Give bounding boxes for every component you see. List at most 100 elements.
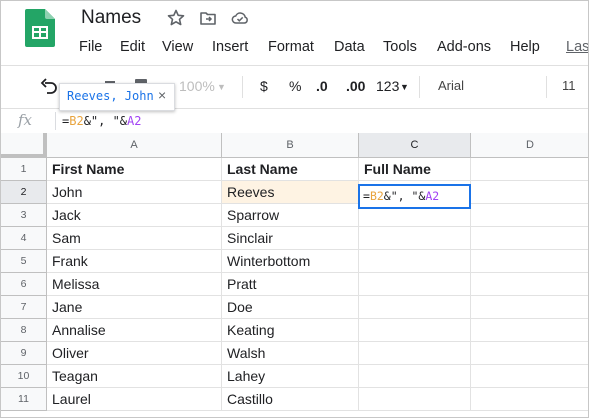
cell-d11[interactable]	[471, 388, 588, 411]
cell-d1[interactable]	[471, 158, 588, 181]
formula-operator: &", "&	[83, 114, 128, 128]
cell-c10[interactable]	[359, 365, 471, 388]
cell-a2[interactable]: John	[47, 181, 222, 204]
menu-help[interactable]: Help	[510, 39, 540, 55]
font-size-select[interactable]: 11	[562, 78, 576, 93]
row-header[interactable]: 5	[1, 250, 47, 273]
column-header-b[interactable]: B	[222, 133, 359, 158]
menu-data[interactable]: Data	[334, 39, 365, 55]
document-title[interactable]: Names	[81, 7, 141, 29]
close-icon[interactable]: ×	[158, 87, 166, 103]
zoom-select[interactable]: 100%	[179, 78, 215, 94]
cell-d6[interactable]	[471, 273, 588, 296]
cell-d4[interactable]	[471, 227, 588, 250]
formula-ref-b2: B2	[69, 114, 84, 128]
cell-c5[interactable]	[359, 250, 471, 273]
cell-b4[interactable]: Sinclair	[222, 227, 359, 250]
fx-icon: fx	[18, 111, 33, 129]
cell-d9[interactable]	[471, 342, 588, 365]
font-select[interactable]: Arial	[438, 78, 464, 93]
row-header[interactable]: 2	[1, 181, 47, 204]
cell-c6[interactable]	[359, 273, 471, 296]
cell-c7[interactable]	[359, 296, 471, 319]
menu-file[interactable]: File	[79, 39, 102, 55]
row-header[interactable]: 8	[1, 319, 47, 342]
cell-a8[interactable]: Annalise	[47, 319, 222, 342]
column-header-c[interactable]: C	[359, 133, 471, 158]
cell-d5[interactable]	[471, 250, 588, 273]
cell-c8[interactable]	[359, 319, 471, 342]
menu-insert[interactable]: Insert	[212, 39, 248, 55]
cell-d8[interactable]	[471, 319, 588, 342]
percent-format-button[interactable]: %	[289, 78, 301, 94]
cell-d2[interactable]	[471, 181, 588, 204]
cell-a6[interactable]: Melissa	[47, 273, 222, 296]
row-header[interactable]: 3	[1, 204, 47, 227]
star-icon[interactable]	[167, 9, 185, 27]
cell-b9[interactable]: Walsh	[222, 342, 359, 365]
row-header[interactable]: 1	[1, 158, 47, 181]
menu-add-ons[interactable]: Add-ons	[437, 39, 491, 55]
cell-c9[interactable]	[359, 342, 471, 365]
cell-b10[interactable]: Lahey	[222, 365, 359, 388]
currency-format-button[interactable]: $	[260, 78, 268, 94]
decrease-decimal-button[interactable]: .0	[316, 78, 328, 94]
cell-b5[interactable]: Winterbottom	[222, 250, 359, 273]
row-header[interactable]: 4	[1, 227, 47, 250]
formula-bar-divider	[55, 112, 56, 130]
cell-b3[interactable]: Sparrow	[222, 204, 359, 227]
editor-operator: &", "&	[383, 189, 426, 203]
row-header[interactable]: 6	[1, 273, 47, 296]
row-header[interactable]: 7	[1, 296, 47, 319]
suggestion-preview[interactable]: Reeves, John	[67, 89, 154, 103]
cell-b8[interactable]: Keating	[222, 319, 359, 342]
zoom-dropdown-icon[interactable]: ▼	[217, 82, 226, 92]
cell-c1[interactable]: Full Name	[359, 158, 471, 181]
toolbar-divider	[242, 76, 243, 98]
cell-a5[interactable]: Frank	[47, 250, 222, 273]
cell-a7[interactable]: Jane	[47, 296, 222, 319]
cell-d7[interactable]	[471, 296, 588, 319]
formula-ref-a2: A2	[127, 114, 142, 128]
select-all-corner[interactable]	[1, 133, 47, 158]
toolbar-divider	[546, 76, 547, 98]
column-header-a[interactable]: A	[47, 133, 222, 158]
cell-a3[interactable]: Jack	[47, 204, 222, 227]
cell-a11[interactable]: Laurel	[47, 388, 222, 411]
editor-ref-a2: A2	[425, 189, 440, 203]
column-header-d[interactable]: D	[471, 133, 588, 158]
cell-d10[interactable]	[471, 365, 588, 388]
cell-c4[interactable]	[359, 227, 471, 250]
cloud-saved-icon[interactable]	[231, 9, 249, 27]
google-sheets-logo[interactable]	[25, 9, 55, 47]
undo-icon[interactable]	[39, 78, 59, 96]
toolbar-divider	[419, 76, 420, 98]
cell-b7[interactable]: Doe	[222, 296, 359, 319]
more-formats-button[interactable]: 123	[376, 78, 399, 94]
menu-edit[interactable]: Edit	[120, 39, 145, 55]
more-formats-dropdown-icon[interactable]: ▼	[400, 82, 409, 92]
cell-a4[interactable]: Sam	[47, 227, 222, 250]
cell-a10[interactable]: Teagan	[47, 365, 222, 388]
cell-b1[interactable]: Last Name	[222, 158, 359, 181]
cell-b11[interactable]: Castillo	[222, 388, 359, 411]
formula-bar: fx =B2&", "&A2	[1, 108, 588, 134]
cell-d3[interactable]	[471, 204, 588, 227]
last-edit-link[interactable]: Las	[566, 39, 588, 55]
menu-format[interactable]: Format	[268, 39, 314, 55]
row-header[interactable]: 11	[1, 388, 47, 411]
increase-decimal-button[interactable]: .00	[346, 78, 365, 94]
cell-b2[interactable]: Reeves	[222, 181, 359, 204]
formula-suggestion-popup[interactable]: Reeves, John ×	[59, 83, 175, 111]
move-to-folder-icon[interactable]	[199, 9, 217, 27]
menu-tools[interactable]: Tools	[383, 39, 417, 55]
cell-a1[interactable]: First Name	[47, 158, 222, 181]
cell-b6[interactable]: Pratt	[222, 273, 359, 296]
cell-c11[interactable]	[359, 388, 471, 411]
menu-view[interactable]: View	[162, 39, 193, 55]
cell-a9[interactable]: Oliver	[47, 342, 222, 365]
row-header[interactable]: 10	[1, 365, 47, 388]
formula-input[interactable]: =B2&", "&A2	[62, 114, 142, 128]
active-cell-editor[interactable]: =B2&", "&A2	[358, 184, 471, 209]
row-header[interactable]: 9	[1, 342, 47, 365]
